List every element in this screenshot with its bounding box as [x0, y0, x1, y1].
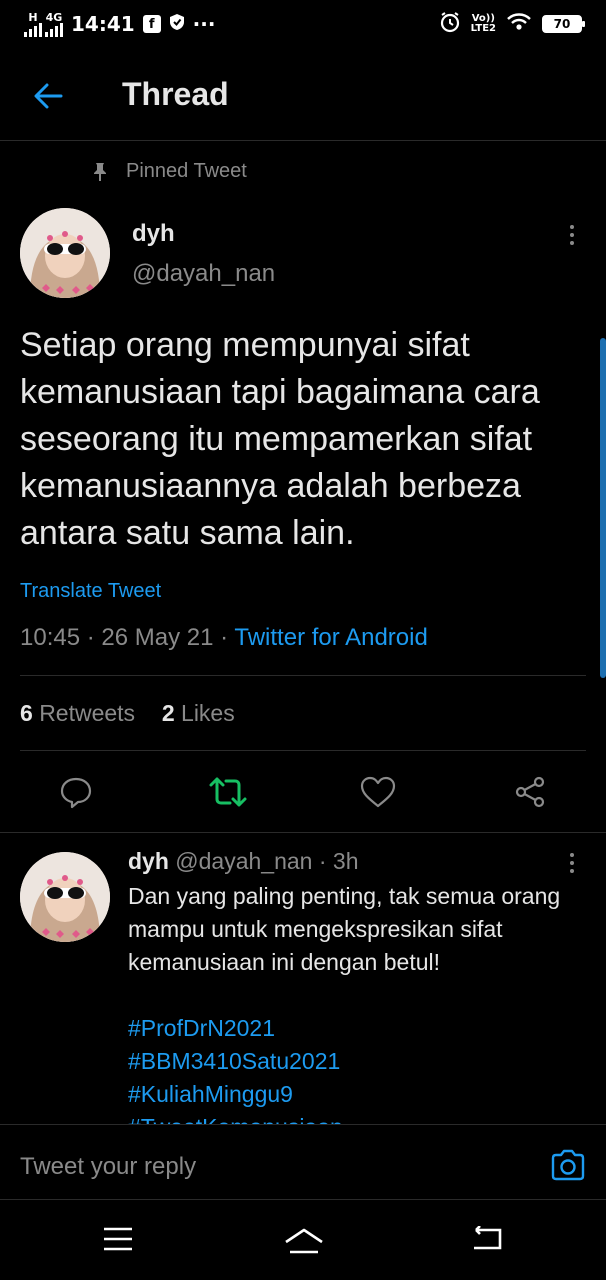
- retweet-icon: [209, 777, 247, 807]
- divider: [20, 750, 586, 751]
- profile-photo: [20, 852, 110, 942]
- menu-icon: [104, 1227, 132, 1251]
- separator: ·: [86, 624, 102, 651]
- battery-icon: 70: [542, 15, 585, 33]
- tweet-date: 26 May 21: [101, 624, 214, 651]
- translate-tweet-link[interactable]: Translate Tweet: [20, 580, 161, 603]
- header-divider: [0, 140, 606, 141]
- back-nav-button[interactable]: [470, 1225, 506, 1256]
- hashtag-link[interactable]: #BBM3410Satu2021: [128, 1045, 568, 1078]
- camera-icon: [551, 1149, 585, 1181]
- hashtag-link[interactable]: #KuliahMinggu9: [128, 1078, 568, 1111]
- hashtag-link[interactable]: #ProfDrN2021: [128, 1012, 568, 1045]
- divider: [20, 675, 586, 676]
- scrollbar[interactable]: [600, 338, 606, 678]
- comment-icon: [60, 777, 92, 809]
- reply-age: 3h: [332, 848, 359, 874]
- profile-photo: [20, 208, 110, 298]
- wifi-icon: [506, 12, 532, 37]
- author-handle[interactable]: @dayah_nan: [132, 260, 275, 288]
- pinned-text: Pinned Tweet: [126, 160, 247, 182]
- camera-button[interactable]: [550, 1149, 586, 1181]
- page-title: Thread: [122, 76, 229, 112]
- separator: ·: [220, 624, 235, 651]
- more-options-button[interactable]: [562, 220, 582, 250]
- signal-icon: H 4G: [24, 12, 63, 37]
- dot-icon: [570, 869, 574, 873]
- reply-text: Dan yang paling penting, tak semua orang…: [128, 883, 561, 975]
- more-notifications-icon: ···: [192, 12, 216, 36]
- back-button[interactable]: [30, 78, 66, 114]
- alarm-icon: [439, 11, 461, 38]
- avatar[interactable]: [20, 208, 110, 298]
- hashtag-link[interactable]: #TweetKemanusiaan: [128, 1111, 568, 1124]
- back-nav-icon: [474, 1225, 502, 1250]
- tweet-time: 10:45: [20, 624, 81, 651]
- dot-icon: [570, 861, 574, 865]
- share-icon: [515, 776, 545, 808]
- reply-header[interactable]: dyh @dayah_nan · 3h: [128, 848, 359, 875]
- dot-icon: [570, 241, 574, 245]
- author-name[interactable]: dyh: [132, 220, 175, 248]
- shield-icon: [169, 12, 185, 36]
- retweets-stat[interactable]: 6 Retweets: [20, 700, 135, 726]
- arrow-left-icon: [34, 83, 63, 109]
- reply-composer: Tweet your reply: [0, 1124, 606, 1200]
- home-icon: [285, 1228, 323, 1254]
- likes-stat[interactable]: 2 Likes: [162, 700, 235, 726]
- facebook-icon: f: [142, 15, 161, 33]
- hashtag-list: #ProfDrN2021 #BBM3410Satu2021 #KuliahMin…: [128, 1012, 568, 1124]
- reply-author-name: dyh: [128, 848, 169, 874]
- tweet-meta: 10:45 · 26 May 21 · Twitter for Android: [20, 624, 428, 652]
- menu-button[interactable]: [102, 1226, 138, 1256]
- thread-header: Thread: [0, 56, 606, 140]
- tweet-source-link[interactable]: Twitter for Android: [234, 624, 427, 651]
- divider: [0, 832, 606, 833]
- like-button[interactable]: [356, 770, 400, 814]
- heart-icon: [360, 776, 396, 808]
- pinned-label: Pinned Tweet: [92, 160, 247, 183]
- system-navigation-bar: [0, 1200, 606, 1280]
- dot-icon: [570, 853, 574, 857]
- reply-more-options-button[interactable]: [562, 848, 582, 878]
- reply-button[interactable]: [54, 770, 98, 814]
- status-bar: H 4G 14:41 f ··· Vo)) LTE2 70: [0, 0, 606, 48]
- tweet-text: Setiap orang mempunyai sifat kemanusiaan…: [20, 326, 540, 552]
- clock: 14:41: [71, 12, 135, 36]
- retweet-button[interactable]: [206, 770, 250, 814]
- dot-icon: [570, 225, 574, 229]
- dot-icon: [570, 233, 574, 237]
- volte-indicator: Vo)) LTE2: [470, 13, 496, 34]
- home-button[interactable]: [282, 1226, 326, 1256]
- pin-icon: [94, 162, 106, 181]
- tweet-stats: 6 Retweets 2 Likes: [20, 700, 235, 727]
- share-button[interactable]: [508, 770, 552, 814]
- reply-avatar[interactable]: [20, 852, 110, 942]
- reply-author-handle: @dayah_nan: [175, 848, 313, 874]
- reply-input[interactable]: Tweet your reply: [20, 1153, 196, 1181]
- separator: ·: [318, 848, 327, 874]
